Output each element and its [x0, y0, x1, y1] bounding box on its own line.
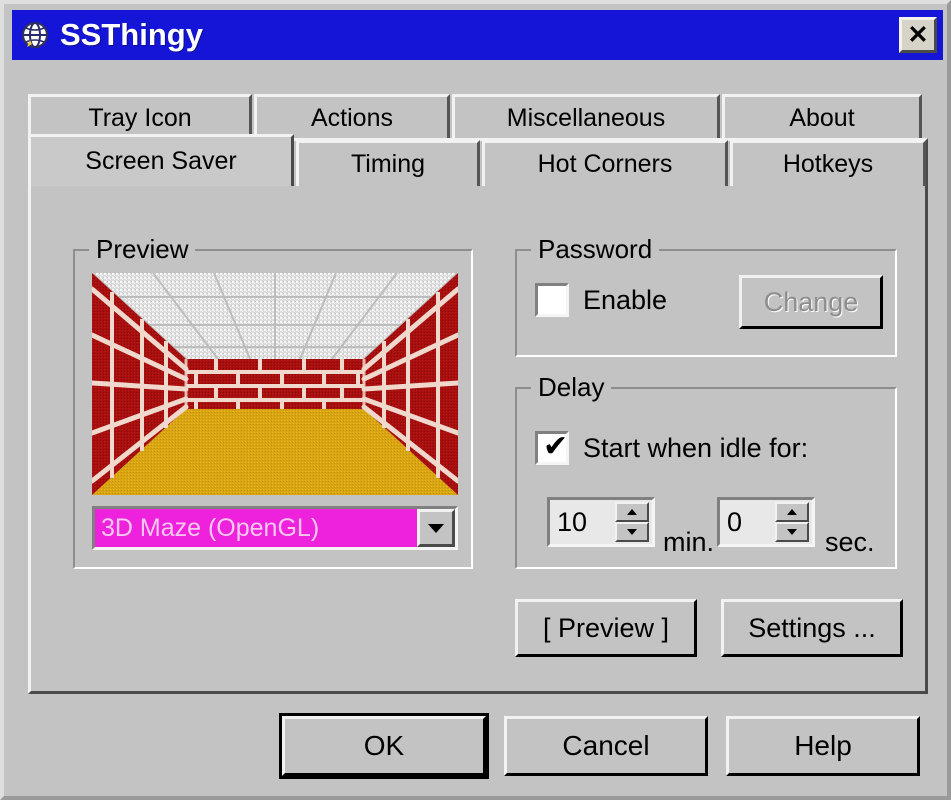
caret-up-glyph	[627, 509, 637, 515]
help-button[interactable]: Help	[726, 716, 920, 776]
minutes-value[interactable]: 10	[550, 500, 615, 544]
caret-down-icon[interactable]	[615, 522, 649, 542]
screensaver-select[interactable]: 3D Maze (OpenGL)	[92, 506, 458, 550]
tab-timing[interactable]: Timing	[296, 140, 480, 186]
title-bar: SSThingy ✕	[12, 10, 943, 60]
minutes-stepper[interactable]: 10	[547, 497, 655, 547]
chevron-down-icon[interactable]	[417, 509, 455, 547]
screensaver-select-value: 3D Maze (OpenGL)	[95, 509, 417, 547]
tab-row-lower: Screen Saver Timing Hot Corners Hotkeys	[28, 134, 928, 186]
screensaver-preview-image	[92, 273, 458, 495]
tab-label: Hotkeys	[782, 150, 874, 178]
minutes-unit-label: min.	[663, 527, 715, 557]
seconds-stepper[interactable]: 0	[717, 497, 815, 547]
window-title: SSThingy	[60, 17, 203, 52]
tab-row-upper: Tray Icon Actions Miscellaneous About	[28, 92, 928, 140]
cancel-button-label: Cancel	[562, 730, 650, 761]
tab-hotkeys[interactable]: Hotkeys	[730, 140, 926, 186]
password-enable-label: Enable	[583, 284, 668, 315]
start-when-idle-checkbox[interactable]: ✔	[535, 429, 569, 465]
tab-label: Screen Saver	[85, 147, 237, 175]
caret-up-glyph	[787, 509, 797, 515]
tab-label: Timing	[350, 150, 426, 178]
ok-button[interactable]: OK	[279, 713, 489, 779]
password-enable-row[interactable]: Enable	[535, 283, 667, 317]
tab-label: Hot Corners	[537, 150, 673, 178]
caret-down-glyph	[787, 529, 797, 535]
ok-button-label: OK	[363, 730, 405, 761]
help-button-label: Help	[794, 730, 852, 761]
tab-label: Miscellaneous	[506, 104, 666, 132]
preview-button-label: [ Preview ]	[542, 612, 670, 643]
password-enable-checkbox[interactable]	[535, 283, 569, 317]
minutes-stepper-buttons	[615, 502, 649, 542]
seconds-value[interactable]: 0	[720, 500, 775, 544]
cancel-button[interactable]: Cancel	[504, 716, 708, 776]
settings-button[interactable]: Settings ...	[721, 599, 903, 657]
tab-screen-saver[interactable]: Screen Saver	[28, 134, 294, 186]
settings-button-label: Settings ...	[748, 612, 876, 643]
password-group-label: Password	[531, 234, 660, 264]
tab-label: About	[789, 104, 855, 132]
change-password-button[interactable]: Change	[739, 275, 883, 329]
change-password-label: Change	[763, 286, 859, 317]
screen-saver-tab-panel: Preview 3D Maze (OpenGL) Password Enable…	[28, 138, 928, 694]
password-group: Password Enable Change	[515, 234, 897, 357]
preview-button[interactable]: [ Preview ]	[515, 599, 697, 657]
start-when-idle-label: Start when idle for:	[583, 432, 809, 463]
chevron-down-glyph	[428, 523, 444, 533]
seconds-stepper-buttons	[775, 502, 809, 542]
delay-group-label: Delay	[531, 372, 612, 402]
screensaver-settings-dialog: SSThingy ✕ Tray Icon Actions Miscellaneo…	[0, 0, 951, 800]
checkmark-icon: ✔	[543, 429, 569, 464]
close-icon[interactable]: ✕	[899, 17, 937, 53]
caret-up-icon[interactable]	[615, 502, 649, 522]
preview-group: Preview 3D Maze (OpenGL)	[73, 234, 473, 569]
caret-down-glyph	[627, 529, 637, 535]
dialog-button-bar: OK Cancel Help	[4, 704, 947, 796]
caret-down-icon[interactable]	[775, 522, 809, 542]
caret-up-icon[interactable]	[775, 502, 809, 522]
tab-hot-corners[interactable]: Hot Corners	[482, 140, 728, 186]
delay-group: Delay ✔ Start when idle for: 10 min. 0 s…	[515, 372, 897, 569]
start-when-idle-row[interactable]: ✔ Start when idle for:	[535, 429, 809, 465]
preview-group-label: Preview	[89, 234, 196, 264]
tab-label: Actions	[311, 104, 393, 132]
seconds-unit-label: sec.	[825, 527, 875, 557]
globe-icon	[20, 20, 50, 50]
tab-label: Tray Icon	[88, 104, 192, 132]
tab-about[interactable]: About	[722, 94, 922, 140]
tab-miscellaneous[interactable]: Miscellaneous	[452, 94, 720, 140]
